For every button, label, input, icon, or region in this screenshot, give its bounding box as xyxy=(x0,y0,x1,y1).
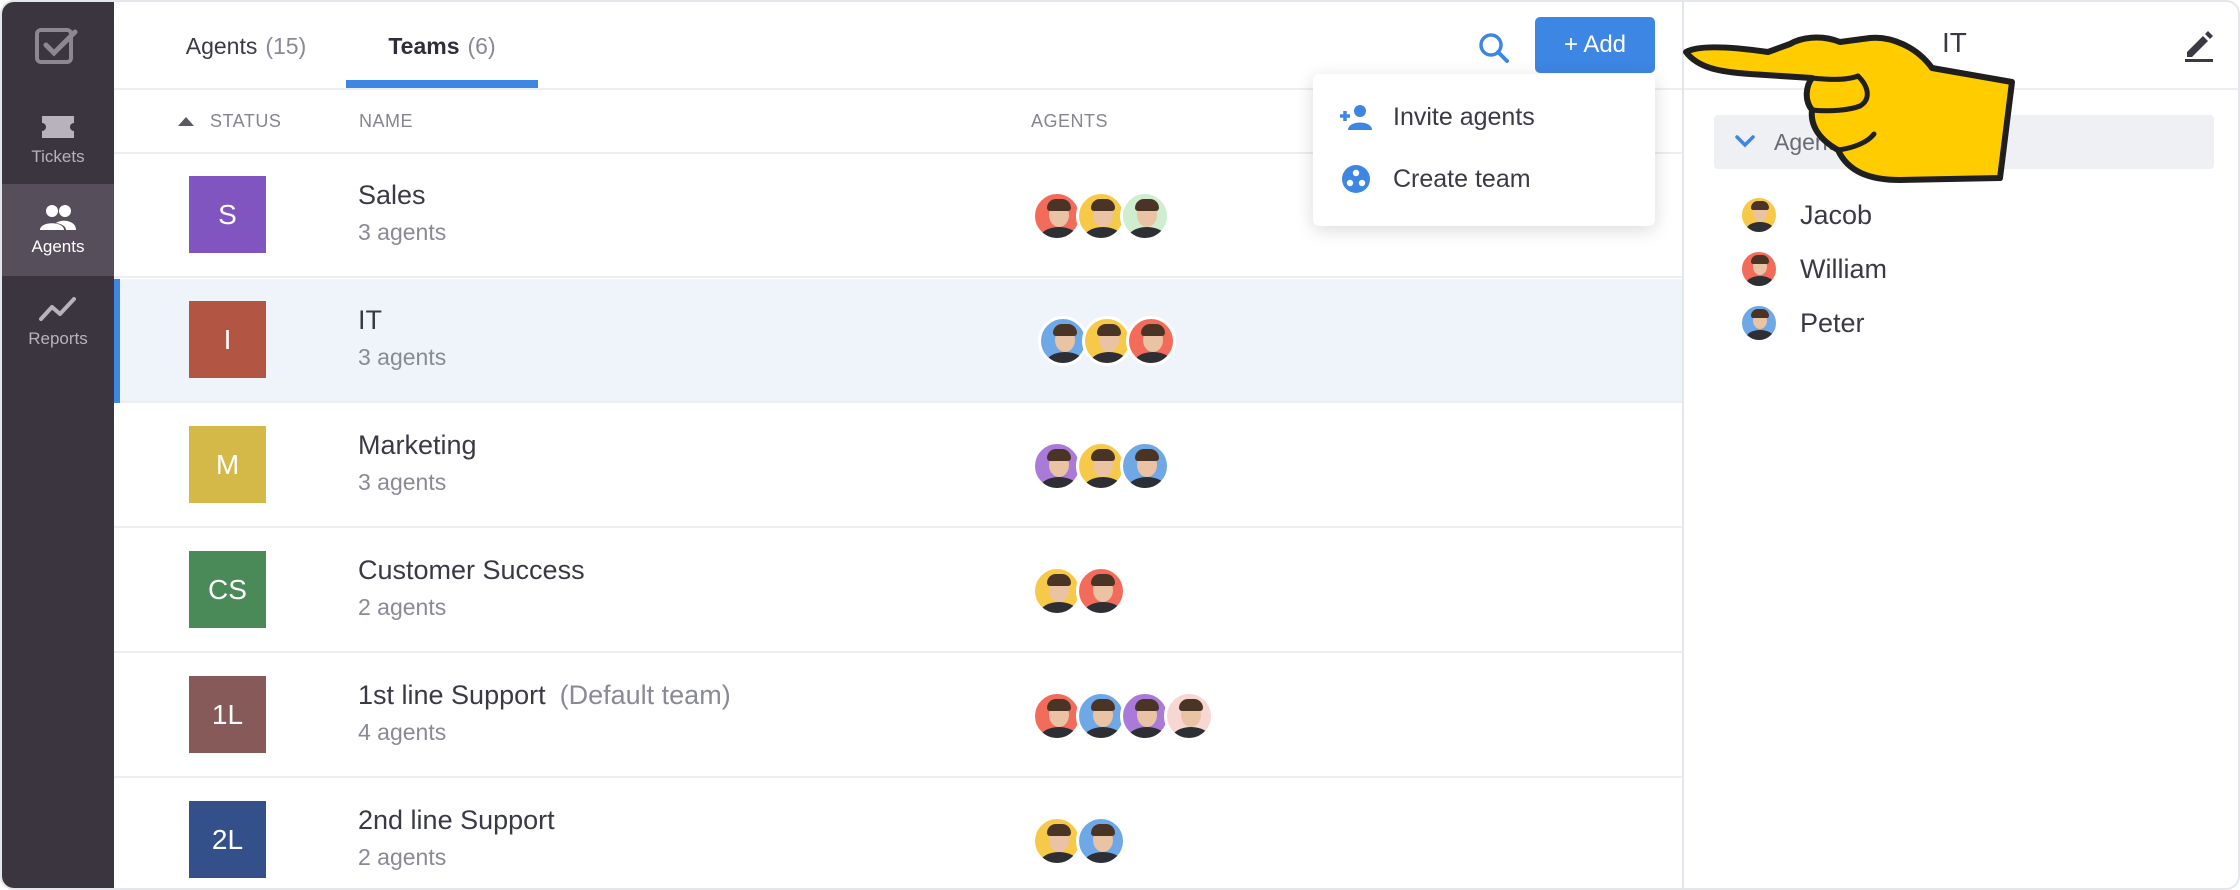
team-badge: M xyxy=(189,426,266,503)
add-person-icon xyxy=(1340,105,1372,130)
avatar xyxy=(1740,304,1778,342)
add-dropdown-menu: Invite agents Create team xyxy=(1313,74,1655,226)
team-name: 2nd line Support xyxy=(358,805,555,836)
agent-avatars xyxy=(1032,191,1170,243)
avatar[interactable] xyxy=(1032,566,1082,616)
default-team-label: (Default team) xyxy=(559,680,731,710)
team-badge: I xyxy=(189,301,266,378)
search-icon[interactable] xyxy=(1476,30,1512,66)
avatar xyxy=(1740,196,1778,234)
avatar[interactable] xyxy=(1076,816,1126,866)
tab-agents[interactable]: Agents (15) xyxy=(150,2,342,90)
sidebar-item-label: Reports xyxy=(28,329,88,348)
column-label: STATUS xyxy=(210,110,282,131)
avatar[interactable] xyxy=(1032,816,1082,866)
member-name: Jacob xyxy=(1800,199,1873,230)
tab-label: Teams xyxy=(388,32,460,59)
app-logo-icon[interactable] xyxy=(35,26,79,66)
team-agent-count: 3 agents xyxy=(358,219,447,245)
team-name: Customer Success xyxy=(358,555,585,586)
avatar[interactable] xyxy=(1038,316,1088,366)
avatar[interactable] xyxy=(1164,691,1214,741)
team-name-text: IT xyxy=(358,305,382,335)
tab-teams[interactable]: Teams (6) xyxy=(346,2,538,90)
menu-item-label: Create team xyxy=(1393,164,1531,193)
team-name: Marketing xyxy=(358,430,477,461)
agent-avatars xyxy=(1032,441,1170,493)
avatar[interactable] xyxy=(1076,441,1126,491)
sidebar: Tickets Agents Reports xyxy=(2,2,114,888)
sidebar-item-label: Agents xyxy=(31,237,85,256)
pencil-icon[interactable] xyxy=(2182,28,2216,62)
ticket-icon xyxy=(42,116,74,138)
team-agent-count: 4 agents xyxy=(358,719,447,745)
member-name: William xyxy=(1800,253,1887,284)
avatar[interactable] xyxy=(1032,191,1082,241)
people-icon xyxy=(40,205,76,230)
team-badge: S xyxy=(189,176,266,253)
menu-item-label: Invite agents xyxy=(1393,102,1535,131)
team-name-text: Marketing xyxy=(358,430,477,460)
avatar xyxy=(1740,250,1778,288)
team-name-text: Customer Success xyxy=(358,555,585,585)
table-row[interactable]: CS Customer Success 2 agents xyxy=(114,529,1682,653)
agent-avatars xyxy=(1038,316,1176,368)
table-row[interactable]: M Marketing 3 agents xyxy=(114,404,1682,528)
sort-ascending-icon xyxy=(178,116,194,126)
member-item[interactable]: Jacob xyxy=(1740,195,1872,235)
table-row[interactable]: 2L 2nd line Support 2 agents xyxy=(114,779,1682,888)
sidebar-item-label: Tickets xyxy=(31,147,85,166)
sidebar-item-reports[interactable]: Reports xyxy=(2,276,114,368)
pointing-hand-illustration xyxy=(1683,34,2015,183)
tab-label: Agents xyxy=(185,32,258,59)
active-tab-indicator xyxy=(346,80,538,88)
avatar[interactable] xyxy=(1120,441,1170,491)
menu-item-invite-agents[interactable]: Invite agents xyxy=(1339,94,1535,140)
column-header-name[interactable]: NAME xyxy=(359,90,413,152)
agent-avatars xyxy=(1032,566,1126,618)
team-name: Sales xyxy=(358,180,426,211)
sidebar-item-tickets[interactable]: Tickets xyxy=(2,94,114,186)
agent-avatars xyxy=(1032,816,1126,868)
chart-line-icon xyxy=(39,297,76,321)
team-agent-count: 3 agents xyxy=(358,344,447,370)
tab-count: (15) xyxy=(265,32,307,59)
avatar[interactable] xyxy=(1126,316,1176,366)
team-badge: 2L xyxy=(189,801,266,878)
team-agent-count: 3 agents xyxy=(358,469,447,495)
team-circle-icon xyxy=(1342,165,1370,193)
team-name: 1st line Support (Default team) xyxy=(358,680,731,711)
tab-count: (6) xyxy=(467,32,496,59)
column-header-status[interactable]: STATUS xyxy=(178,90,281,152)
team-name-text: Sales xyxy=(358,180,426,210)
avatar[interactable] xyxy=(1032,691,1082,741)
table-row[interactable]: 1L 1st line Support (Default team) 4 agents xyxy=(114,654,1682,778)
avatar[interactable] xyxy=(1032,441,1082,491)
avatar[interactable] xyxy=(1082,316,1132,366)
member-item[interactable]: Peter xyxy=(1740,303,1865,343)
team-agent-count: 2 agents xyxy=(358,594,447,620)
avatar[interactable] xyxy=(1076,566,1126,616)
team-name: IT xyxy=(358,305,382,336)
team-badge: CS xyxy=(189,551,266,628)
sidebar-item-agents[interactable]: Agents xyxy=(2,184,114,276)
table-row[interactable]: I IT 3 agents xyxy=(114,279,1682,403)
member-item[interactable]: William xyxy=(1740,249,1887,289)
add-button[interactable]: + Add xyxy=(1535,17,1655,73)
team-badge: 1L xyxy=(189,676,266,753)
team-agent-count: 2 agents xyxy=(358,844,447,870)
agent-avatars xyxy=(1032,691,1214,743)
avatar[interactable] xyxy=(1120,691,1170,741)
menu-item-create-team[interactable]: Create team xyxy=(1339,156,1531,202)
avatar[interactable] xyxy=(1076,691,1126,741)
column-header-agents[interactable]: AGENTS xyxy=(1031,90,1108,152)
avatar[interactable] xyxy=(1076,191,1126,241)
avatar[interactable] xyxy=(1120,191,1170,241)
team-name-text: 2nd line Support xyxy=(358,805,555,835)
team-name-text: 1st line Support xyxy=(358,680,546,710)
member-name: Peter xyxy=(1800,307,1865,338)
app-window: Tickets Agents Reports Agents (15) Teams xyxy=(0,0,2240,890)
